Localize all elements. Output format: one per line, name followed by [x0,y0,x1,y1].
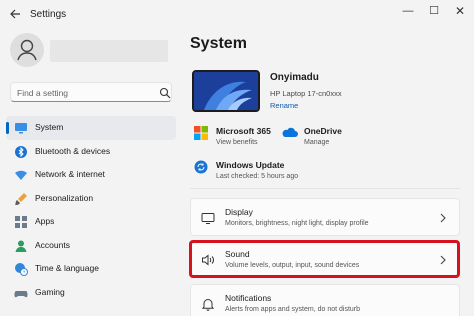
card-subtitle: Alerts from apps and system, do not dist… [225,306,361,313]
sidebar-item-system[interactable]: System [6,116,176,140]
microsoft-365-title: Microsoft 365 [216,126,271,136]
chevron-right-icon [439,253,447,265]
card-title: Display [225,207,253,217]
person-icon [14,239,28,253]
sidebar-nav: System Bluetooth & devices Network & int… [6,116,176,304]
brush-icon [14,192,28,206]
globe-clock-icon [14,262,28,276]
windows-update-icon [194,160,208,174]
card-subtitle: Volume levels, output, input, sound devi… [225,262,360,269]
card-subtitle: Monitors, brightness, night light, displ… [225,220,369,227]
search-icon[interactable] [159,86,171,99]
sidebar-item-label: Bluetooth & devices [35,145,111,156]
sidebar-item-apps[interactable]: Apps [6,210,176,234]
display-icon [201,211,215,225]
sidebar-item-label: Apps [35,216,55,226]
sidebar-item-gaming[interactable]: Gaming [6,281,176,305]
app-title: Settings [30,9,67,20]
monitor-icon [14,121,28,135]
sidebar-item-label: Accounts [35,239,70,250]
username-redacted [50,40,168,62]
notifications-card[interactable]: Notifications Alerts from apps and syste… [190,284,460,316]
section-divider [190,188,460,189]
rename-link[interactable]: Rename [270,101,298,110]
chevron-right-icon [439,211,447,223]
maximize-button[interactable]: ☐ [422,3,446,19]
active-indicator [6,122,9,134]
wifi-icon [14,168,28,182]
sidebar-item-time-language[interactable]: Time & language [6,257,176,281]
sidebar-item-label: System [35,122,64,132]
card-title: Sound [225,249,250,259]
windows-update-title: Windows Update [216,160,285,170]
sidebar-item-label: Network & internet [35,169,105,179]
speaker-icon [201,253,215,267]
minimize-button[interactable]: — [396,3,420,19]
onedrive-subtitle: Manage [304,139,330,146]
sidebar-item-label: Time & language [35,263,99,273]
windows-update-subtitle: Last checked: 5 hours ago [216,173,299,180]
device-model: HP Laptop 17-cn0xxx [270,89,342,98]
sidebar-item-bluetooth[interactable]: Bluetooth & devices [6,140,176,164]
device-wallpaper-thumbnail [192,70,260,112]
sidebar-item-label: Gaming [35,286,65,297]
sidebar-item-label: Personalization [35,192,94,203]
onedrive-cloud-icon [282,126,298,140]
page-title: System [190,35,247,52]
sound-card[interactable]: Sound Volume levels, output, input, soun… [190,240,460,278]
display-card[interactable]: Display Monitors, brightness, night ligh… [190,198,460,236]
card-title: Notifications [225,293,272,303]
back-arrow-icon[interactable] [8,7,24,23]
close-button[interactable]: ✕ [448,3,472,19]
title-bar: Settings — ☐ ✕ [0,0,474,30]
sidebar-item-network[interactable]: Network & internet [6,163,176,187]
person-avatar-icon [17,39,37,61]
windows-bloom-wallpaper-icon [194,72,258,110]
bell-icon [201,297,215,311]
sidebar-item-personalization[interactable]: Personalization [6,187,176,211]
microsoft-365-subtitle: View benefits [216,139,258,146]
apps-icon [14,215,28,229]
sidebar-item-accounts[interactable]: Accounts [6,234,176,258]
search-input[interactable] [17,86,147,99]
device-name: Onyimadu [270,72,319,83]
avatar[interactable] [10,33,44,67]
onedrive-title: OneDrive [304,126,342,136]
search-box[interactable] [10,82,172,102]
microsoft-logo-icon [194,126,208,140]
bluetooth-icon [14,145,28,159]
controller-icon [14,286,28,300]
